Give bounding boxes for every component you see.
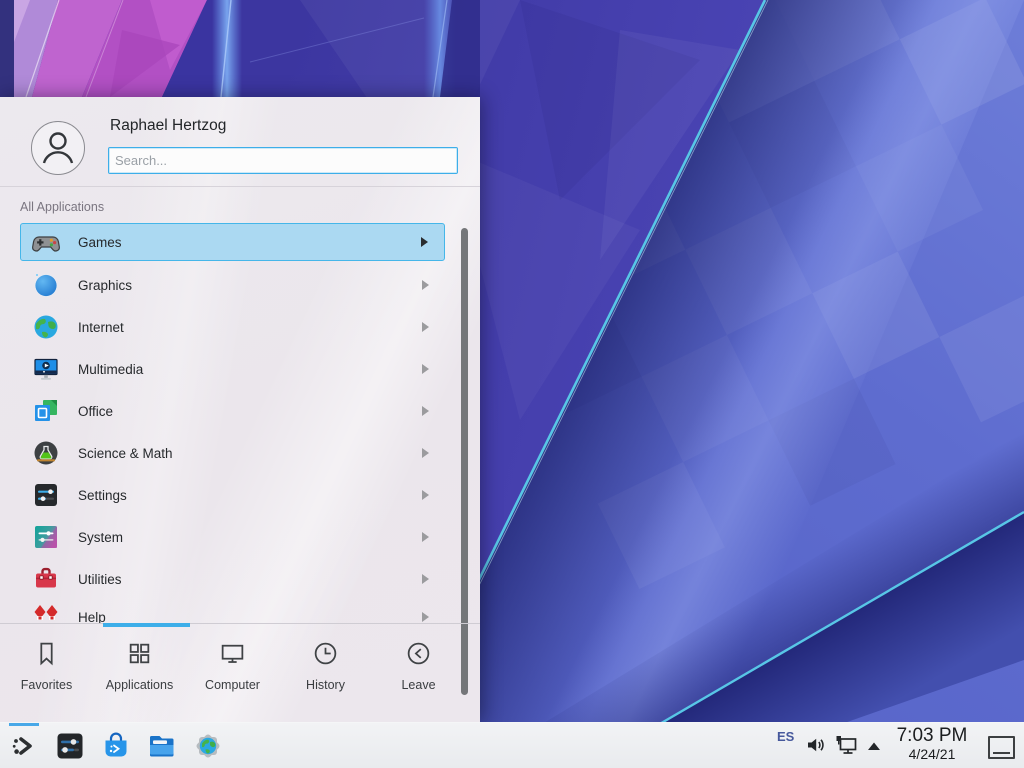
tray-expander-button[interactable] (866, 738, 882, 756)
menu-item-science-math[interactable]: Science & Math (20, 434, 445, 472)
category-list: Games Graphics (0, 97, 480, 623)
graphics-icon (32, 271, 60, 299)
internet-globe-icon (32, 313, 60, 341)
menu-item-label: Utilities (78, 572, 422, 587)
submenu-arrow-icon (421, 237, 428, 247)
games-icon (32, 228, 60, 256)
tab-computer[interactable]: Computer (186, 628, 279, 722)
discover-button[interactable] (101, 731, 131, 761)
menu-item-label: Science & Math (78, 446, 422, 461)
help-icon (32, 603, 60, 623)
file-manager-button[interactable] (147, 731, 177, 761)
menu-item-multimedia[interactable]: Multimedia (20, 350, 445, 388)
office-icon (32, 397, 60, 425)
clock-icon (312, 640, 339, 667)
science-flask-icon (32, 439, 60, 467)
submenu-arrow-icon (422, 364, 429, 374)
application-launcher-popup: Raphael Hertzog All Applications Games (0, 97, 480, 722)
launcher-active-indicator (9, 723, 39, 726)
wallpaper-magenta-zone (0, 0, 232, 97)
network-wired-icon (834, 733, 860, 759)
kde-kickoff-icon (9, 731, 39, 761)
application-launcher-button[interactable] (9, 731, 39, 761)
menu-item-label: Help (78, 610, 422, 624)
tab-label: Favorites (21, 678, 72, 692)
submenu-arrow-icon (422, 448, 429, 458)
show-desktop-button[interactable] (988, 736, 1015, 759)
system-settings-icon (55, 731, 85, 761)
discover-bag-icon (101, 731, 131, 761)
tab-favorites[interactable]: Favorites (0, 628, 93, 722)
menu-item-settings[interactable]: Settings (20, 476, 445, 514)
tab-label: Applications (106, 678, 173, 692)
grid-icon (126, 640, 153, 667)
submenu-arrow-icon (422, 532, 429, 542)
bookmark-icon (33, 640, 60, 667)
tab-label: History (306, 678, 345, 692)
computer-icon (219, 640, 246, 667)
system-icon (32, 523, 60, 551)
menu-item-label: Games (78, 235, 421, 250)
network-button[interactable] (834, 733, 860, 764)
web-browser-button[interactable] (193, 731, 223, 761)
menu-item-label: Settings (78, 488, 422, 503)
tab-label: Leave (401, 678, 435, 692)
submenu-arrow-icon (422, 322, 429, 332)
folder-icon (147, 731, 177, 761)
menu-item-utilities[interactable]: Utilities (20, 560, 445, 598)
volume-button[interactable] (804, 733, 828, 762)
caret-up-icon (866, 741, 882, 751)
menu-item-system[interactable]: System (20, 518, 445, 556)
submenu-arrow-icon (422, 406, 429, 416)
system-settings-button[interactable] (55, 731, 85, 761)
menu-item-internet[interactable]: Internet (20, 308, 445, 346)
menu-item-help[interactable]: Help (20, 598, 445, 623)
tab-label: Computer (205, 678, 260, 692)
tabbar-separator (0, 623, 480, 624)
tabbar: Favorites Applications Computer (0, 628, 480, 722)
settings-sliders-icon (32, 481, 60, 509)
menu-item-games[interactable]: Games (20, 223, 445, 261)
tab-applications[interactable]: Applications (93, 628, 186, 722)
keyboard-layout-indicator[interactable]: ES (777, 729, 794, 744)
leave-back-icon (405, 640, 432, 667)
menu-item-label: System (78, 530, 422, 545)
tab-leave[interactable]: Leave (372, 628, 465, 722)
menu-item-label: Graphics (78, 278, 422, 293)
utilities-toolbox-icon (32, 565, 60, 593)
menu-item-label: Office (78, 404, 422, 419)
tab-history[interactable]: History (279, 628, 372, 722)
list-scrollbar[interactable] (461, 228, 468, 695)
active-tab-indicator (103, 623, 190, 627)
menu-item-office[interactable]: Office (20, 392, 445, 430)
submenu-arrow-icon (422, 280, 429, 290)
globe-gear-icon (193, 731, 223, 761)
multimedia-icon (32, 355, 60, 383)
menu-item-label: Multimedia (78, 362, 422, 377)
menu-item-graphics[interactable]: Graphics (20, 266, 445, 304)
submenu-arrow-icon (422, 490, 429, 500)
clock-date: 4/24/21 (889, 746, 975, 762)
taskbar-panel: ES 7:03 PM 4/24/21 (0, 722, 1024, 768)
clock-time: 7:03 PM (889, 725, 975, 746)
submenu-arrow-icon (422, 612, 429, 622)
digital-clock[interactable]: 7:03 PM 4/24/21 (889, 725, 975, 762)
menu-item-label: Internet (78, 320, 422, 335)
submenu-arrow-icon (422, 574, 429, 584)
speaker-icon (804, 733, 828, 757)
